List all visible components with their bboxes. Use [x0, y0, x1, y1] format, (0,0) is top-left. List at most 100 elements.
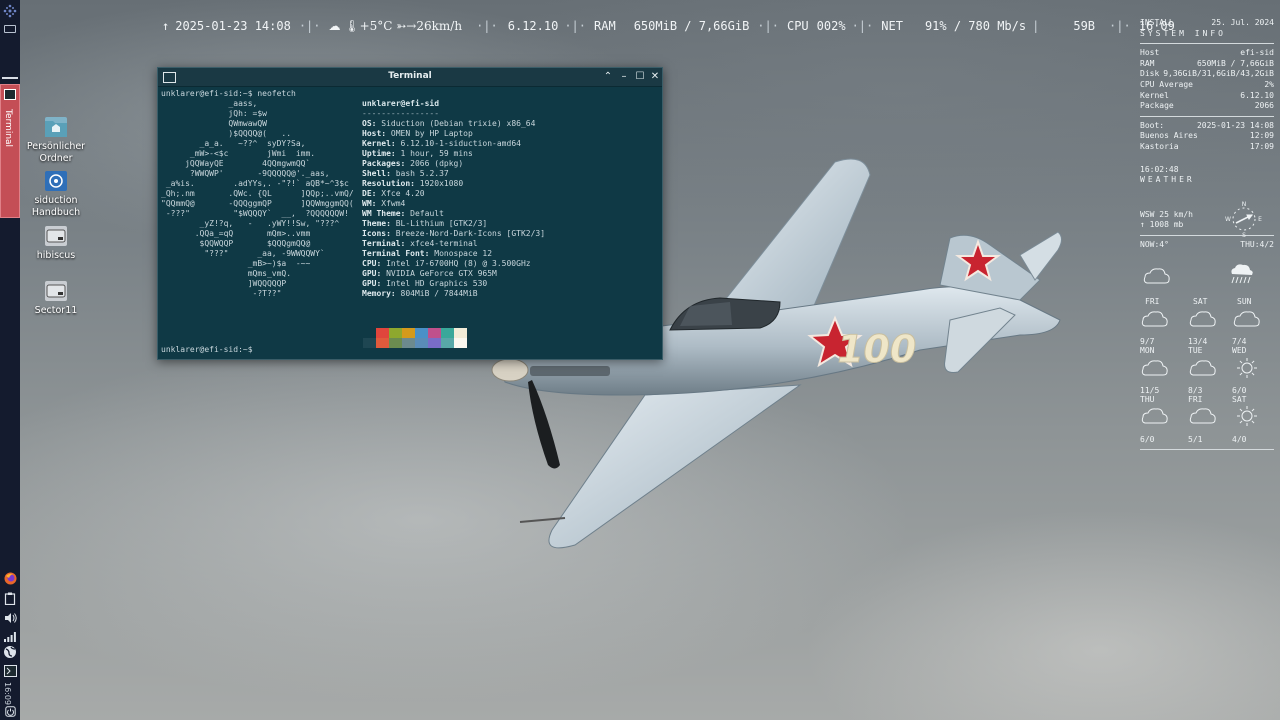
terminal-titlebar[interactable]: Terminal ⌃ – ☐ ✕: [158, 68, 662, 87]
forecast-day: SAT: [1193, 297, 1208, 306]
sun-icon: [1237, 406, 1257, 426]
close-button[interactable]: ✕: [649, 70, 661, 84]
info-key: WM Theme:: [362, 209, 406, 218]
neofetch-ascii-logo: _aass, jQh: =$w QWmwawQW )$QQQQ@( .. _a_…: [161, 99, 354, 298]
palette-swatch: [402, 328, 415, 348]
forecast-day: THU: [1140, 395, 1155, 404]
forecast-day: TUE: [1188, 346, 1203, 355]
info-key: Memory:: [362, 289, 396, 298]
boot-value: 2025-01-23 14:08: [1196, 120, 1274, 130]
wind-compass-icon: N S W E: [1225, 201, 1262, 238]
desktop-icon-sector11[interactable]: Sector11: [24, 281, 88, 317]
city1-name: Buenos Aires: [1140, 131, 1198, 141]
minimize-button[interactable]: –: [618, 70, 630, 84]
terminal-icon[interactable]: [3, 664, 17, 678]
info-value: Xfwm4: [376, 199, 406, 208]
kernel-label: Kernel: [1140, 90, 1169, 100]
info-key: GPU:: [362, 279, 382, 288]
terminal-window[interactable]: Terminal ⌃ – ☐ ✕ unklarer@efi-sid:~$ neo…: [157, 67, 663, 360]
desktop-icon-label: siduction Handbuch: [31, 195, 81, 218]
network-icon[interactable]: [3, 630, 17, 644]
forecast-day: SAT: [1232, 395, 1247, 404]
info-key: GPU:: [362, 269, 382, 278]
desktop-icon-home[interactable]: Persönlicher Ordner: [24, 117, 88, 165]
info-value: NVIDIA GeForce GTX 965M: [381, 269, 497, 278]
info-key: Uptime:: [362, 149, 396, 158]
volume-icon[interactable]: [3, 611, 17, 625]
info-key: Host:: [362, 129, 387, 138]
terminal-prompt-end: unklarer@efi-sid:~$: [161, 345, 253, 354]
info-value: Intel i7-6700HQ (8) @ 3.500GHz: [381, 259, 531, 268]
info-key: Resolution:: [362, 179, 415, 188]
prompt: unklarer@efi-sid:~$: [161, 89, 253, 98]
desktop-icon-handbook[interactable]: siduction Handbuch: [24, 171, 88, 219]
desktop-icon-hibiscus[interactable]: hibiscus: [24, 226, 88, 262]
window-title: Terminal: [388, 71, 432, 81]
neofetch-info-line: WM: Xfwm4: [362, 199, 545, 209]
panel-separator: [2, 77, 18, 79]
handbook-icon: [45, 171, 67, 191]
cloud-icon: [1141, 311, 1168, 327]
topbar-cpu-label: CPU: [786, 19, 809, 33]
cloud-icon: [1189, 311, 1216, 327]
topbar-net-value: 91% / 780 Mb/s: [924, 19, 1027, 33]
uptime-arrow: ↑: [162, 19, 170, 33]
forecast-day: WED: [1232, 346, 1247, 355]
info-key: Terminal:: [362, 239, 406, 248]
neofetch-info-line: DE: Xfce 4.20: [362, 189, 545, 199]
maximize-button[interactable]: ☐: [634, 70, 646, 84]
terminal-body[interactable]: unklarer@efi-sid:~$ neofetch _aass, jQh:…: [158, 87, 662, 359]
cpu-value: 2%: [1264, 79, 1274, 89]
svg-text:E: E: [1258, 216, 1262, 223]
neofetch-info-line: Icons: Breeze-Nord-Dark-Icons [GTK2/3]: [362, 229, 545, 239]
disk-label: Disk: [1140, 69, 1160, 79]
info-value: Default: [405, 209, 444, 218]
neofetch-user-host: unklarer@efi-sid: [362, 99, 440, 108]
forecast-temp: 6/0: [1232, 386, 1247, 395]
neofetch-info-line: Uptime: 1 hour, 59 mins: [362, 149, 545, 159]
conky-divider: [1140, 449, 1274, 450]
cloud-icon: [1141, 408, 1168, 424]
host-label: Host: [1140, 48, 1160, 58]
info-key: Kernel:: [362, 139, 396, 148]
firefox-icon[interactable]: [3, 571, 17, 585]
power-icon[interactable]: [3, 704, 17, 718]
topbar-cpu-value: 002%: [816, 19, 846, 33]
city2-time: 17:09: [1249, 141, 1274, 151]
topbar-datetime: 2025-01-23 14:08: [175, 19, 291, 33]
info-value: 2066 (dpkg): [405, 159, 464, 168]
forecast-day: MON: [1140, 346, 1155, 355]
package-value: 2066: [1254, 101, 1274, 111]
neofetch-info-line: Terminal: xfce4-terminal: [362, 239, 545, 249]
neofetch-info-line: Resolution: 1920x1080: [362, 179, 545, 189]
conky-clock: 16:02:48: [1140, 164, 1179, 174]
sun-icon: [1237, 358, 1257, 378]
panel-clock[interactable]: 16:09: [3, 682, 12, 705]
palette-swatch: [389, 328, 402, 348]
clipboard-icon[interactable]: [3, 591, 17, 605]
globe-icon[interactable]: [3, 645, 17, 659]
info-key: Shell:: [362, 169, 391, 178]
info-value: Xfce 4.20: [376, 189, 425, 198]
chevron-up-icon[interactable]: ⌃: [602, 70, 614, 84]
forecast-temp: 13/4: [1188, 337, 1208, 346]
kernel-value: 6.12.10: [1240, 90, 1274, 100]
info-value: Siduction (Debian trixie) x86_64: [376, 119, 536, 128]
palette-swatch: [428, 328, 441, 348]
left-panel: Terminal 16:09: [0, 0, 20, 720]
whisker-menu-icon[interactable]: [3, 4, 17, 18]
info-key: DE:: [362, 189, 377, 198]
palette-swatch: [441, 328, 454, 348]
show-desktop-icon[interactable]: [4, 25, 16, 33]
now-temp: NOW:4°: [1140, 239, 1169, 249]
taskbar-terminal-button[interactable]: Terminal: [0, 84, 20, 218]
now-right: THU:4/2: [1240, 239, 1274, 249]
forecast-temp: 5/1: [1188, 435, 1203, 444]
neofetch-info-line: Memory: 804MiB / 7844MiB: [362, 289, 545, 299]
terminal-icon: [4, 89, 16, 100]
palette-swatch: [454, 328, 467, 348]
info-value: xfce4-terminal: [405, 239, 478, 248]
disk-value: 9,36GiB/31,6GiB/43,2GiB: [1163, 69, 1274, 79]
desktop-icon-label: hibiscus: [36, 250, 76, 261]
neofetch-info-line: WM Theme: Default: [362, 209, 545, 219]
